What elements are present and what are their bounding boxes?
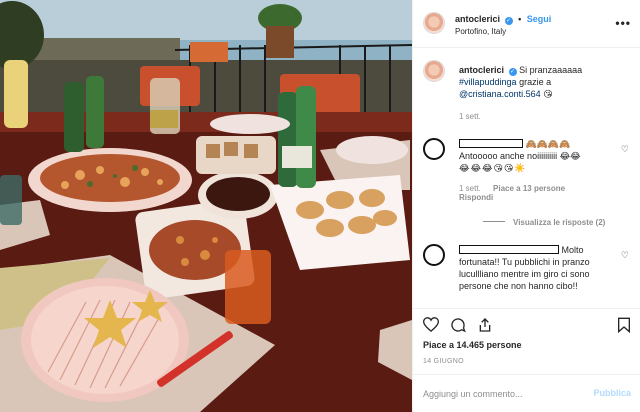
- comments-list[interactable]: antoclerici ✓ Si pranzaaaaaa #villapuddi…: [413, 48, 640, 308]
- caption-username[interactable]: antoclerici: [459, 65, 504, 75]
- dot-separator: •: [518, 14, 522, 24]
- comment-text: 🙈🙈🙈🙈 Antooooo anche noiiiiiiiiii 😂😂 😂😂😂😘…: [459, 138, 609, 174]
- comment-like-heart-icon[interactable]: ♡: [621, 250, 629, 261]
- redacted-username[interactable]: [459, 139, 523, 148]
- mention-link[interactable]: @cristiana.conti.564: [459, 89, 541, 99]
- comment-emoji-line: 😂😂😂😘😘☀️: [459, 163, 527, 173]
- post-action-bar: [413, 308, 640, 334]
- post-side-panel: antoclerici ✓ • Segui Portofino, Italy •…: [412, 0, 640, 412]
- caption-body: Si pranzaaaaaa: [519, 65, 583, 75]
- comment-like-heart-icon[interactable]: ♡: [621, 144, 629, 155]
- more-options-icon[interactable]: •••: [615, 16, 631, 30]
- comment-icon[interactable]: [450, 317, 466, 336]
- comment-text: Molto fortunata!! Tu pubblichi in pranzo…: [459, 244, 617, 292]
- avatar[interactable]: [423, 138, 445, 160]
- view-replies-button[interactable]: Visualizza le risposte (2): [483, 218, 605, 227]
- post-photo[interactable]: [0, 0, 412, 412]
- caption-body-2: grazie a: [519, 77, 552, 87]
- verified-badge-icon: ✓: [504, 17, 513, 25]
- follow-button[interactable]: Segui: [527, 14, 552, 24]
- redacted-username[interactable]: [459, 245, 559, 254]
- likes-count[interactable]: Piace a 14.465 persone: [423, 340, 522, 350]
- avatar[interactable]: [423, 244, 445, 266]
- comment-body: fortunata!! Tu pubblichi in pranzo lucul…: [459, 257, 590, 291]
- verified-badge-icon: ✓: [508, 68, 517, 76]
- caption-emoji: 😘: [543, 89, 553, 99]
- avatar[interactable]: [423, 60, 445, 82]
- bookmark-icon[interactable]: [617, 317, 631, 336]
- reply-button[interactable]: Rispondi: [459, 193, 493, 202]
- avatar[interactable]: [423, 12, 445, 34]
- share-icon[interactable]: [477, 317, 493, 336]
- post-date[interactable]: 14 GIUGNO: [423, 358, 464, 365]
- comment-timestamp[interactable]: 1 sett.: [459, 184, 481, 193]
- post-location[interactable]: Portofino, Italy: [455, 27, 506, 36]
- post-header: antoclerici ✓ • Segui Portofino, Italy •…: [413, 0, 640, 48]
- comment-body-start: Molto: [561, 245, 584, 255]
- post-author-username[interactable]: antoclerici: [455, 14, 500, 24]
- caption-text: antoclerici ✓ Si pranzaaaaaa #villapuddi…: [459, 64, 629, 100]
- comment-meta: 1 sett. Piace a 13 persone Rispondi: [459, 184, 575, 202]
- heart-icon[interactable]: [422, 317, 440, 335]
- hashtag-link[interactable]: #villapuddinga: [459, 77, 517, 87]
- likes-text[interactable]: Piace a 14.465 persone: [423, 340, 522, 350]
- comment-likes-count[interactable]: Piace a 13 persone: [493, 184, 565, 193]
- comment-input[interactable]: [423, 386, 583, 402]
- publish-button[interactable]: Pubblica: [593, 388, 631, 398]
- comment-body: Antooooo anche noiiiiiiiiii 😂😂: [459, 151, 581, 161]
- add-comment-bar: Pubblica: [413, 374, 640, 412]
- post-author-line: antoclerici ✓ • Segui: [455, 14, 551, 25]
- lunch-table-image: [0, 0, 412, 412]
- comment-emoji: 🙈🙈🙈🙈: [525, 139, 571, 149]
- caption-timestamp[interactable]: 1 sett.: [459, 112, 481, 121]
